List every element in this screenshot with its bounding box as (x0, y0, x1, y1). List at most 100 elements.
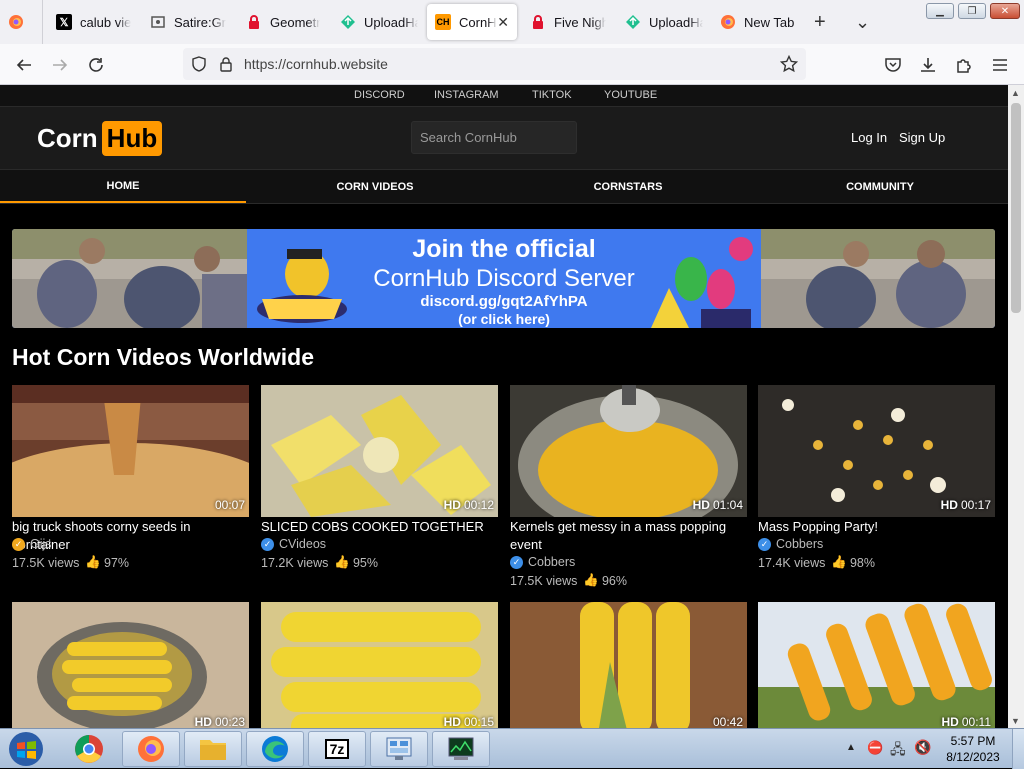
minimize-button[interactable]: ▁ (926, 3, 954, 19)
mascot-right-illustration (651, 237, 753, 328)
duration-text: 01:04 (712, 498, 743, 512)
site-logo[interactable]: Corn Hub (37, 120, 163, 156)
tab-uploadha-2[interactable]: UploadHa (625, 4, 703, 40)
7zip-icon: 7z (324, 739, 350, 759)
chrome-taskbar-icon[interactable] (64, 733, 114, 765)
video-channel[interactable]: ✓ Cobbers (758, 537, 823, 551)
video-thumbnail[interactable]: HD 00:11 (758, 602, 995, 728)
duration-badge: HD 00:23 (195, 715, 245, 728)
duration-text: 00:12 (463, 498, 494, 512)
video-title[interactable]: SLICED COBS COOKED TOGETHER (261, 518, 498, 536)
nav-home[interactable]: HOME (0, 170, 246, 203)
nav-community[interactable]: COMMUNITY (756, 170, 1004, 203)
restore-button[interactable]: ❐ (958, 3, 986, 19)
tab-satire[interactable]: Satire:Gra (150, 4, 226, 40)
instagram-link[interactable]: INSTAGRAM (434, 89, 499, 101)
system-clock[interactable]: 5:57 PM 8/12/2023 (940, 733, 1006, 765)
show-hidden-icons-icon[interactable]: ▲ (846, 742, 856, 753)
youtube-link[interactable]: YOUTUBE (604, 89, 657, 101)
network-error-icon[interactable]: ⛔ (867, 740, 883, 756)
channel-name[interactable]: CVideos (279, 537, 326, 551)
video-thumbnail[interactable]: 00:42 (510, 602, 747, 728)
new-tab-button[interactable]: + (814, 4, 834, 40)
video-thumbnail[interactable]: HD 00:17 (758, 385, 995, 517)
extensions-button[interactable] (951, 52, 977, 78)
clock-time: 5:57 PM (950, 734, 996, 748)
video-title[interactable]: Mass Popping Party! (758, 518, 995, 536)
arrow-right-icon (53, 59, 68, 71)
firefox-taskbar-button[interactable] (122, 731, 180, 767)
tab-new-tab[interactable]: New Tab (720, 4, 800, 40)
tiktok-link[interactable]: TIKTOK (532, 89, 572, 101)
video-title[interactable]: Kernels get messy in a mass popping even… (510, 518, 747, 554)
scroll-up-arrow-icon[interactable]: ▲ (1011, 88, 1020, 98)
channel-name[interactable]: Gijs (30, 537, 52, 551)
login-link[interactable]: Log In (851, 130, 887, 145)
signup-link[interactable]: Sign Up (899, 130, 945, 145)
video-stats: 17.4K views 👍 98% (758, 555, 875, 570)
logo-highlight: Hub (101, 120, 163, 156)
show-desktop-button[interactable] (1012, 729, 1024, 769)
shield-icon[interactable] (191, 56, 207, 72)
scrollbar-thumb[interactable] (1011, 103, 1021, 313)
lock-icon[interactable] (219, 56, 233, 72)
browser-tab-strip: 𝕏 calub vie Satire:Gra Geometry UploadHa… (0, 0, 1024, 44)
duration-text: 00:11 (961, 715, 991, 728)
7zip-taskbar-button[interactable]: 7z (308, 731, 366, 767)
tab-calub[interactable]: 𝕏 calub vie (56, 4, 134, 40)
firefox-icon (720, 14, 736, 30)
video-thumbnail[interactable]: HD 00:15 (261, 602, 498, 728)
arrow-left-icon (16, 59, 31, 71)
hd-badge: HD (194, 715, 212, 728)
banner-photo-right (761, 229, 995, 328)
hd-badge: HD (941, 715, 959, 728)
nav-cornstars[interactable]: CORNSTARS (504, 170, 752, 203)
tab-firefox-view[interactable] (8, 4, 38, 40)
network-icon[interactable]: 🖧 (890, 739, 906, 763)
pocket-button[interactable] (880, 52, 906, 78)
task-manager-taskbar-button[interactable] (432, 731, 490, 767)
downloads-button[interactable] (915, 52, 941, 78)
reload-button[interactable] (83, 52, 109, 78)
discord-banner[interactable]: Join the official CornHub Discord Server… (12, 229, 995, 328)
chevron-down-icon: ⌄ (855, 11, 871, 32)
address-bar[interactable]: https://cornhub.website (183, 48, 806, 80)
main-nav: HOME CORN VIDEOS CORNSTARS COMMUNITY (0, 169, 1008, 204)
volume-muted-icon[interactable]: 🔇 (914, 739, 931, 756)
explorer-taskbar-button[interactable] (184, 731, 242, 767)
tab-cornhub[interactable]: CH CornH ✕ (427, 4, 517, 40)
video-thumbnail[interactable]: 00:07 (12, 385, 249, 517)
search-input[interactable]: Search CornHub (411, 121, 577, 154)
banner-center: Join the official CornHub Discord Server… (247, 229, 761, 328)
star-icon[interactable] (780, 55, 798, 73)
scroll-down-arrow-icon[interactable]: ▼ (1011, 716, 1020, 726)
channel-name[interactable]: Cobbers (776, 537, 823, 551)
video-thumbnail[interactable]: HD 01:04 (510, 385, 747, 517)
close-tab-icon[interactable]: ✕ (497, 14, 509, 31)
video-channel[interactable]: ✓ CVideos (261, 537, 326, 551)
list-all-tabs-button[interactable]: ⌄ (855, 4, 875, 40)
video-channel[interactable]: ✓ Cobbers (510, 555, 575, 569)
menu-button[interactable] (987, 52, 1013, 78)
tab-uploadha-1[interactable]: UploadHa (340, 4, 418, 40)
view-count: 17.5K views (12, 555, 80, 570)
view-count: 17.2K views (261, 555, 329, 570)
url-text[interactable]: https://cornhub.website (244, 56, 388, 72)
back-button[interactable] (11, 52, 37, 78)
edge-taskbar-button[interactable] (246, 731, 304, 767)
channel-name[interactable]: Cobbers (528, 555, 575, 569)
forward-button[interactable] (47, 52, 73, 78)
start-button[interactable] (4, 729, 48, 769)
web-page: DISCORD INSTAGRAM TIKTOK YOUTUBE Corn Hu… (0, 85, 1008, 728)
close-window-button[interactable]: ✕ (990, 3, 1020, 19)
tab-geometry[interactable]: Geometry (246, 4, 320, 40)
video-thumbnail[interactable]: HD 00:23 (12, 602, 249, 728)
control-panel-taskbar-button[interactable] (370, 731, 428, 767)
minimize-icon: ▁ (936, 5, 944, 17)
video-thumbnail[interactable]: HD 00:12 (261, 385, 498, 517)
tab-five-nights[interactable]: Five Nigh (530, 4, 606, 40)
video-channel[interactable]: ✓ Gijs (12, 537, 52, 551)
tab-label: Satire:Gra (174, 14, 226, 30)
nav-corn-videos[interactable]: CORN VIDEOS (252, 170, 498, 203)
discord-link[interactable]: DISCORD (354, 89, 405, 101)
